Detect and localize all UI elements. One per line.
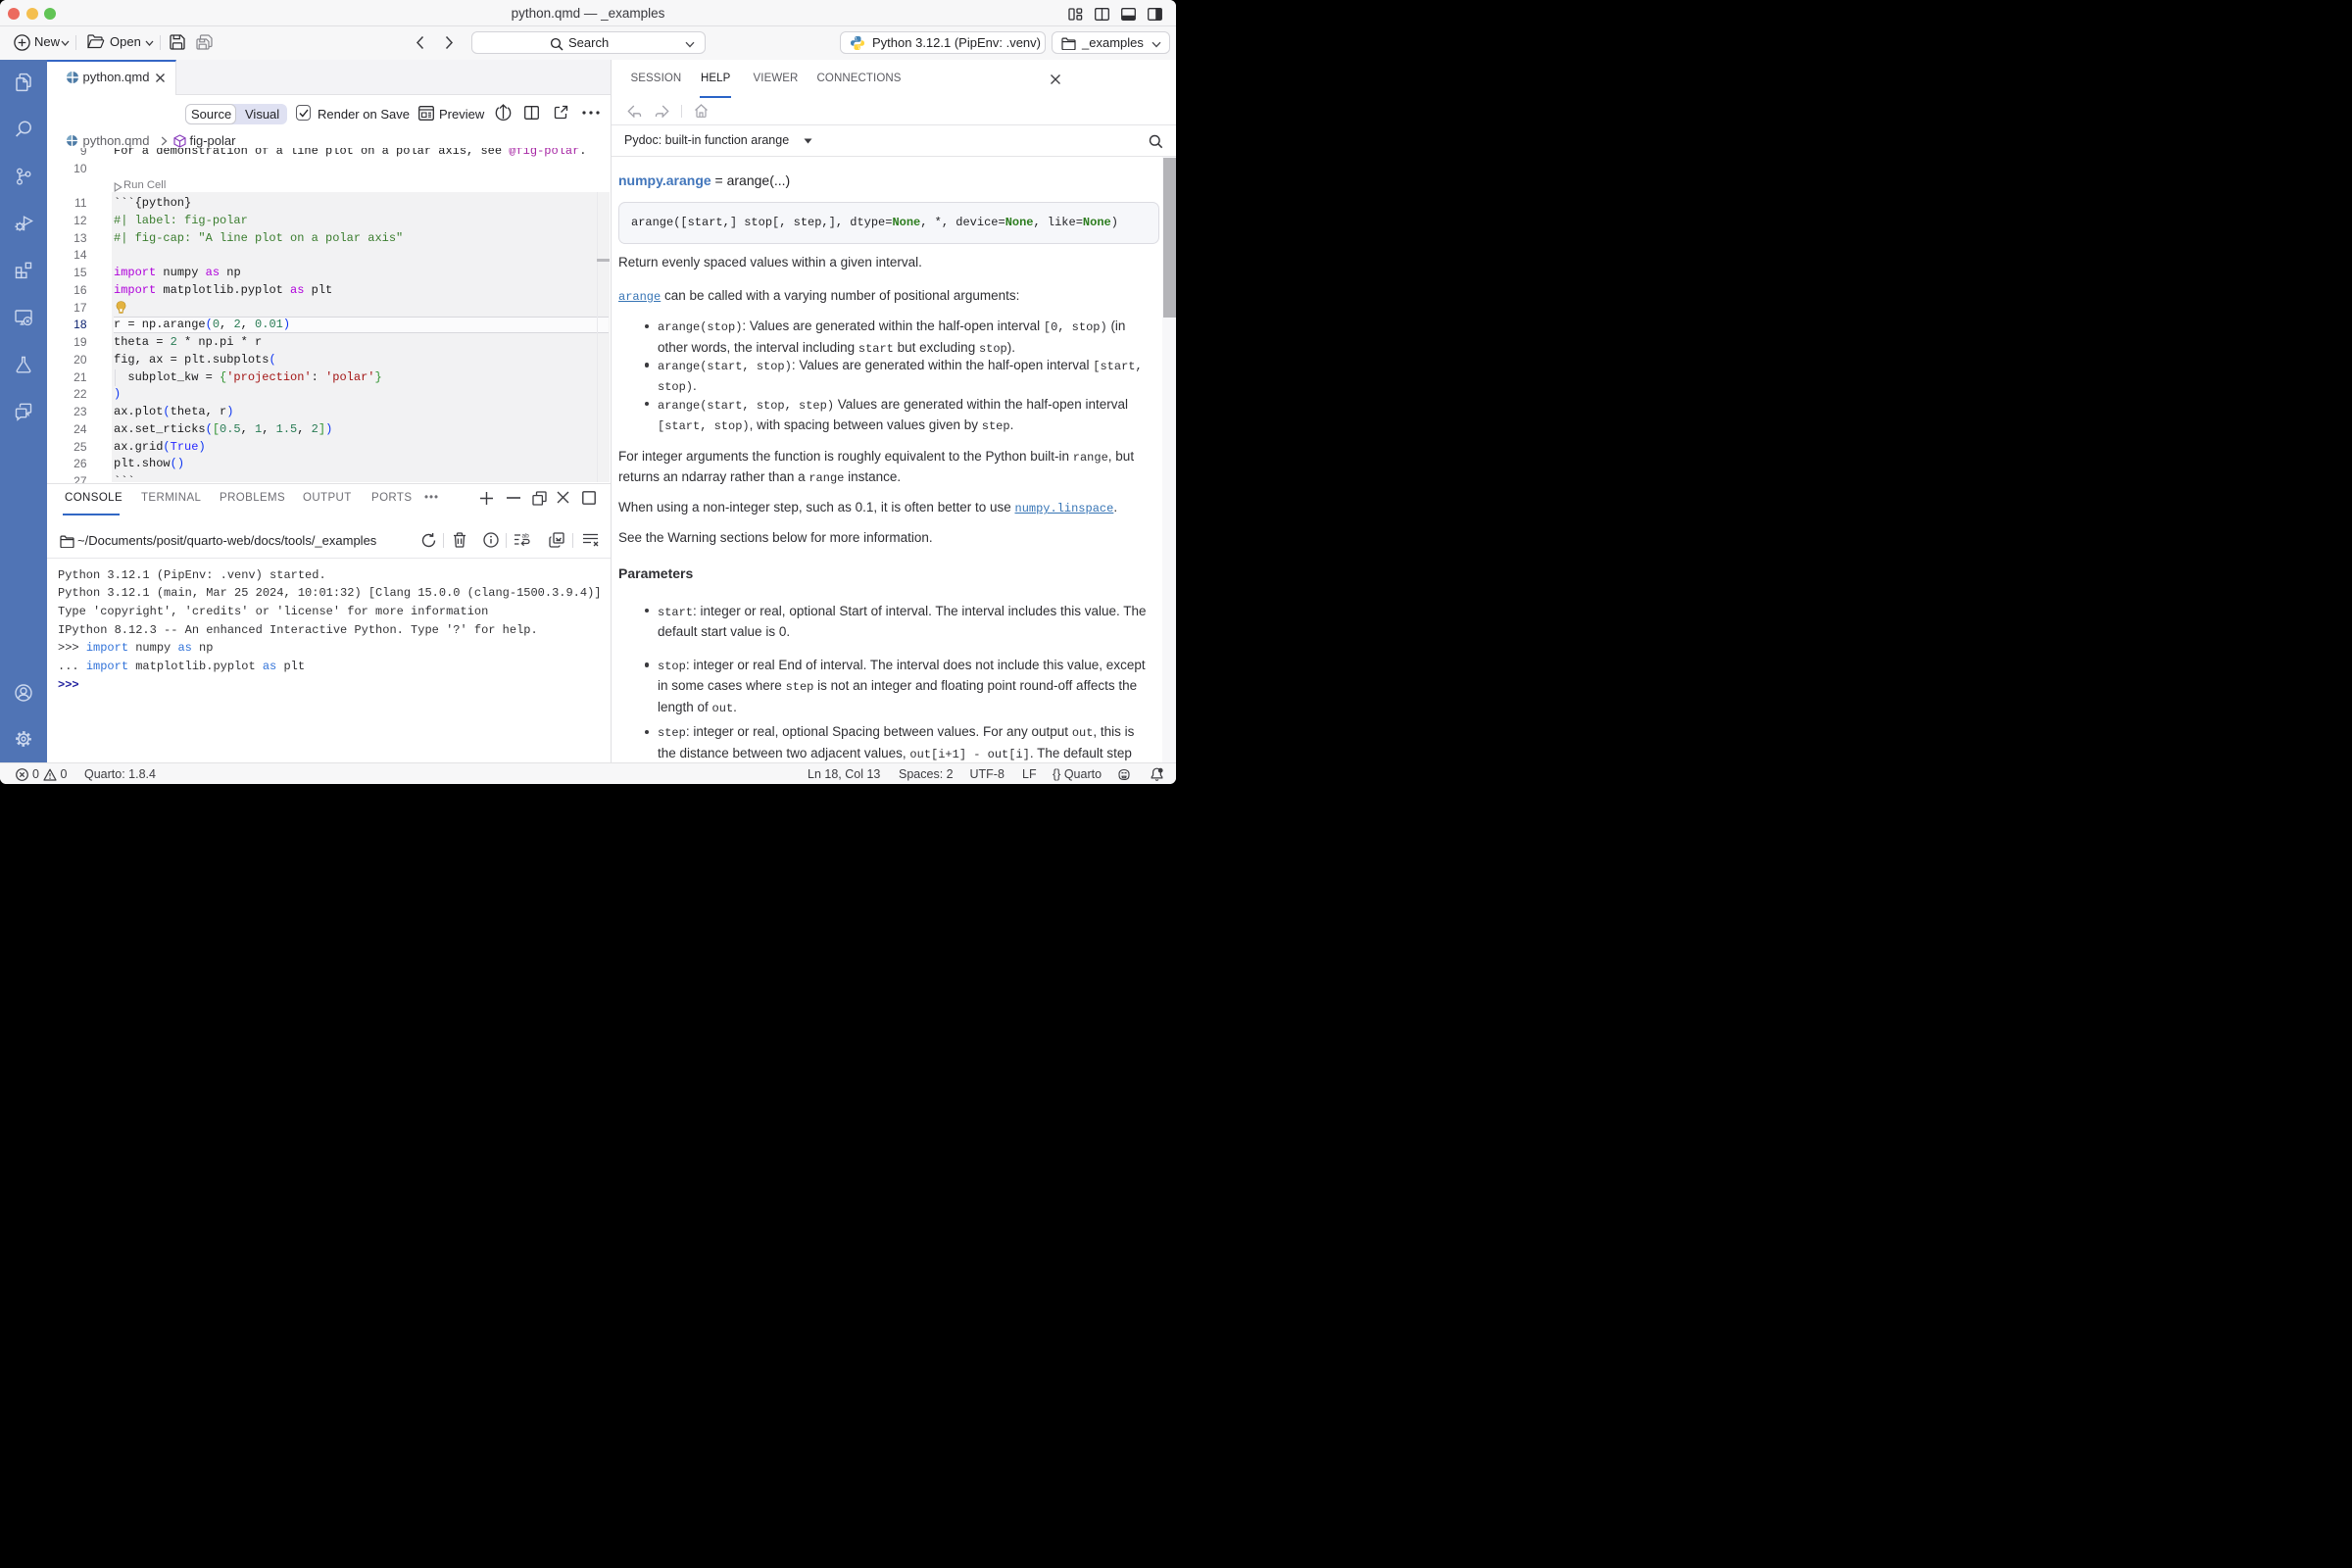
svg-text:ab: ab bbox=[522, 533, 530, 539]
